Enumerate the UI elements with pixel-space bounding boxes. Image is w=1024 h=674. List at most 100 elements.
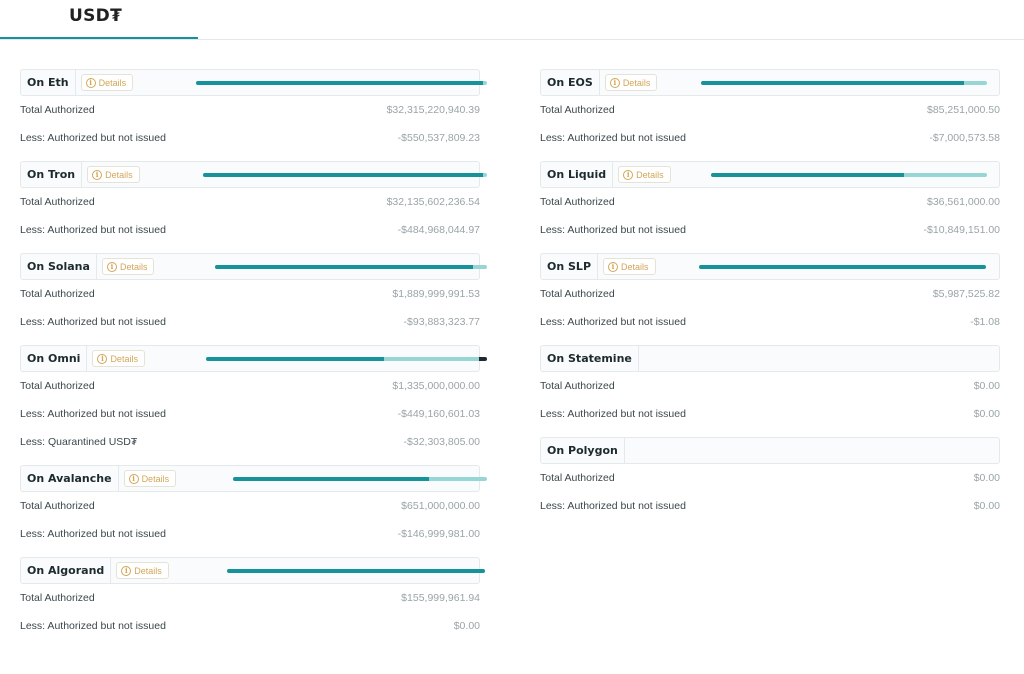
chain-block-on-solana: On Solana i Details Total Authorized $1,889,… — [20, 253, 487, 336]
tab-usdt[interactable]: USD₮ — [69, 6, 122, 26]
details-button[interactable]: i Details — [604, 74, 658, 91]
stat-label: Total Authorized — [540, 380, 615, 392]
stat-label: Less: Authorized but not issued — [540, 316, 686, 328]
stat-row: Total Authorized $155,999,961.94 — [20, 584, 480, 612]
quarantined-segment — [478, 357, 487, 361]
issued-segment — [699, 265, 986, 269]
details-button[interactable]: i Details — [603, 258, 656, 275]
stat-row: Total Authorized $651,000,000.00 — [20, 492, 480, 520]
info-icon: i — [97, 353, 108, 364]
chain-name: On Eth — [21, 70, 76, 95]
chain-header: On Algorand i Details — [20, 557, 485, 584]
left-column: On Eth i Details Total Authorized $32,315,22… — [20, 69, 487, 649]
details-button[interactable]: i Details — [87, 166, 140, 183]
unissued-segment — [428, 477, 487, 481]
chain-name: On Solana — [21, 254, 97, 279]
chain-block-on-algorand: On Algorand i Details Total Authorized $155,… — [20, 557, 485, 640]
details-button[interactable]: i Details — [116, 562, 169, 579]
details-button[interactable]: i Details — [80, 74, 134, 91]
details-button[interactable]: i Details — [123, 470, 177, 487]
stat-row: Less: Authorized but not issued -$7,000,5… — [540, 124, 1000, 152]
stat-value: $1,889,999,991.53 — [392, 288, 480, 300]
chain-header: On Omni i Details — [20, 345, 487, 372]
details-button[interactable]: i Details — [101, 258, 155, 275]
chain-block-on-omni: On Omni i Details Total Authorized $1,335,00… — [20, 345, 487, 456]
stat-value: $651,000,000.00 — [401, 500, 480, 512]
stat-label: Less: Authorized but not issued — [20, 316, 166, 328]
details-button[interactable]: i Details — [92, 350, 145, 367]
info-icon: i — [106, 261, 117, 272]
stat-row: Less: Authorized but not issued -$10,849,… — [540, 216, 1000, 244]
chain-name: On Algorand — [21, 558, 112, 583]
stat-row: Less: Authorized but not issued $0.00 — [540, 400, 1000, 428]
stat-label: Less: Quarantined USD₮ — [20, 436, 138, 448]
stat-label: Total Authorized — [20, 592, 95, 604]
stat-value: -$93,883,323.77 — [403, 316, 480, 328]
details-label: Details — [119, 261, 148, 272]
chain-name: On Liquid — [541, 162, 614, 187]
stat-value: -$449,160,601.03 — [397, 408, 480, 420]
stat-label: Total Authorized — [20, 288, 95, 300]
stat-row: Less: Authorized but not issued -$146,999… — [20, 520, 480, 548]
stat-row: Total Authorized $36,561,000.00 — [540, 188, 1000, 216]
stat-value: $0.00 — [973, 408, 1000, 420]
details-button[interactable]: i Details — [618, 166, 671, 183]
chain-header: On EOS i Details — [540, 69, 1000, 96]
stat-value: $155,999,961.94 — [401, 592, 480, 604]
chain-block-on-avalanche: On Avalanche i Details Total Authorized $651… — [20, 465, 487, 548]
stat-row: Less: Authorized but not issued -$484,968… — [20, 216, 480, 244]
issued-segment — [711, 173, 905, 177]
chain-block-on-eth: On Eth i Details Total Authorized $32,315,22… — [20, 69, 487, 152]
stat-value: $0.00 — [973, 472, 1000, 484]
stat-value: -$146,999,981.00 — [397, 528, 480, 540]
stat-value: -$484,968,044.97 — [397, 224, 480, 236]
details-label: Details — [105, 169, 133, 180]
unissued-segment — [482, 173, 487, 177]
chain-header: On Avalanche i Details — [20, 465, 487, 492]
unissued-segment — [473, 265, 487, 269]
allocation-bar — [711, 173, 987, 177]
stat-label: Total Authorized — [20, 196, 95, 208]
chain-name: On Polygon — [541, 438, 625, 463]
info-icon: i — [92, 169, 103, 180]
stat-value: $0.00 — [973, 500, 1000, 512]
unissued-segment — [964, 81, 987, 85]
chain-name: On SLP — [541, 254, 599, 279]
stat-row: Less: Authorized but not issued -$93,883,… — [20, 308, 480, 336]
stat-value: $32,315,220,940.39 — [386, 104, 480, 116]
right-column: On EOS i Details Total Authorized $85,251,00… — [540, 69, 1000, 529]
chain-header: On Eth i Details — [20, 69, 487, 96]
chain-header: On Liquid i Details — [540, 161, 1000, 188]
stat-row: Less: Authorized but not issued -$449,160… — [20, 400, 480, 428]
stat-value: $0.00 — [453, 620, 480, 632]
stat-value: -$1.08 — [970, 316, 1000, 328]
chain-name: On Statemine — [541, 346, 639, 371]
chain-block-on-slp: On SLP i Details Total Authorized $5,987,525… — [540, 253, 1000, 336]
chain-name: On EOS — [541, 70, 600, 95]
chain-header: On Tron i Details — [20, 161, 487, 188]
allocation-bar — [206, 357, 487, 361]
stat-value: $0.00 — [973, 380, 1000, 392]
chain-block-on-eos: On EOS i Details Total Authorized $85,251,00… — [540, 69, 1000, 152]
issued-segment — [227, 569, 485, 573]
details-label: Details — [636, 169, 664, 180]
stat-value: -$7,000,573.58 — [929, 132, 1000, 144]
allocation-bar — [701, 81, 987, 85]
stat-label: Total Authorized — [20, 380, 95, 392]
stat-row: Total Authorized $0.00 — [540, 372, 1000, 400]
stat-value: -$32,303,805.00 — [403, 436, 480, 448]
issued-segment — [196, 81, 483, 85]
chain-name: On Avalanche — [21, 466, 119, 491]
stat-row: Less: Authorized but not issued $0.00 — [540, 492, 1000, 520]
stat-label: Less: Authorized but not issued — [540, 500, 686, 512]
stat-label: Less: Authorized but not issued — [540, 408, 686, 420]
issued-segment — [203, 173, 483, 177]
details-label: Details — [98, 77, 127, 88]
stat-row: Less: Quarantined USD₮ -$32,303,805.00 — [20, 428, 480, 456]
stat-label: Total Authorized — [540, 472, 615, 484]
chain-name: On Tron — [21, 162, 83, 187]
stat-value: $1,335,000,000.00 — [392, 380, 480, 392]
stat-row: Total Authorized $1,889,999,991.53 — [20, 280, 480, 308]
info-icon: i — [609, 77, 620, 88]
stat-row: Less: Authorized but not issued $0.00 — [20, 612, 480, 640]
